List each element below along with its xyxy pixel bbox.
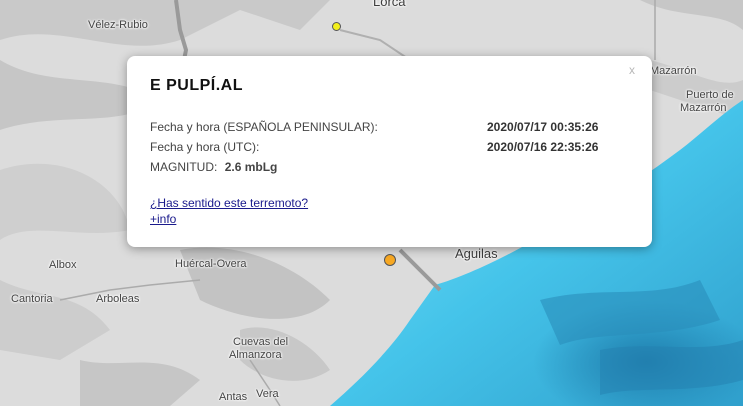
row-value: 2020/07/17 00:35:26	[487, 120, 599, 134]
more-info-link[interactable]: +info	[150, 212, 176, 226]
place-antas: Antas	[219, 391, 248, 403]
row-label: Fecha y hora (ESPAÑOLA PENINSULAR):	[150, 120, 378, 134]
close-icon[interactable]: x	[629, 63, 635, 77]
row-value: 2020/07/16 22:35:26	[487, 140, 599, 154]
place-cantoria: Cantoria	[11, 293, 53, 305]
place-puerto-de: Puerto de	[686, 89, 734, 101]
felt-earthquake-link[interactable]: ¿Has sentido este terremoto?	[150, 196, 308, 210]
row-label: Fecha y hora (UTC):	[150, 140, 260, 154]
earthquake-marker-yellow[interactable]	[332, 22, 341, 31]
place-lorca: Lorca	[373, 0, 406, 9]
map-canvas[interactable]: Vélez-Rubio Lorca Mazarrón Puerto de Maz…	[0, 0, 743, 406]
place-mazarron: Mazarrón	[650, 65, 697, 77]
earthquake-popup: x E PULPÍ.AL Fecha y hora (ESPAÑOLA PENI…	[127, 56, 652, 247]
place-arboleas: Arboleas	[96, 293, 140, 305]
place-almanzora: Almanzora	[229, 349, 282, 361]
place-vera: Vera	[256, 388, 279, 400]
place-aguilas: Aguilas	[455, 246, 498, 261]
earthquake-marker-orange[interactable]	[384, 254, 396, 266]
row-utc-time: Fecha y hora (UTC): 2020/07/16 22:35:26	[150, 140, 598, 154]
magnitude-label: MAGNITUD:	[150, 160, 218, 174]
row-local-time: Fecha y hora (ESPAÑOLA PENINSULAR): 2020…	[150, 120, 598, 134]
popup-title: E PULPÍ.AL	[150, 77, 244, 94]
row-magnitude: MAGNITUD: 2.6 mbLg	[150, 160, 277, 174]
place-albox: Albox	[49, 259, 77, 271]
place-puerto-mazarron: Mazarrón	[680, 102, 727, 114]
place-huercal-overa: Huércal-Overa	[175, 258, 247, 270]
magnitude-value: 2.6 mbLg	[224, 160, 278, 174]
place-cuevas-del: Cuevas del	[233, 336, 289, 348]
place-velez-rubio: Vélez-Rubio	[88, 19, 148, 31]
